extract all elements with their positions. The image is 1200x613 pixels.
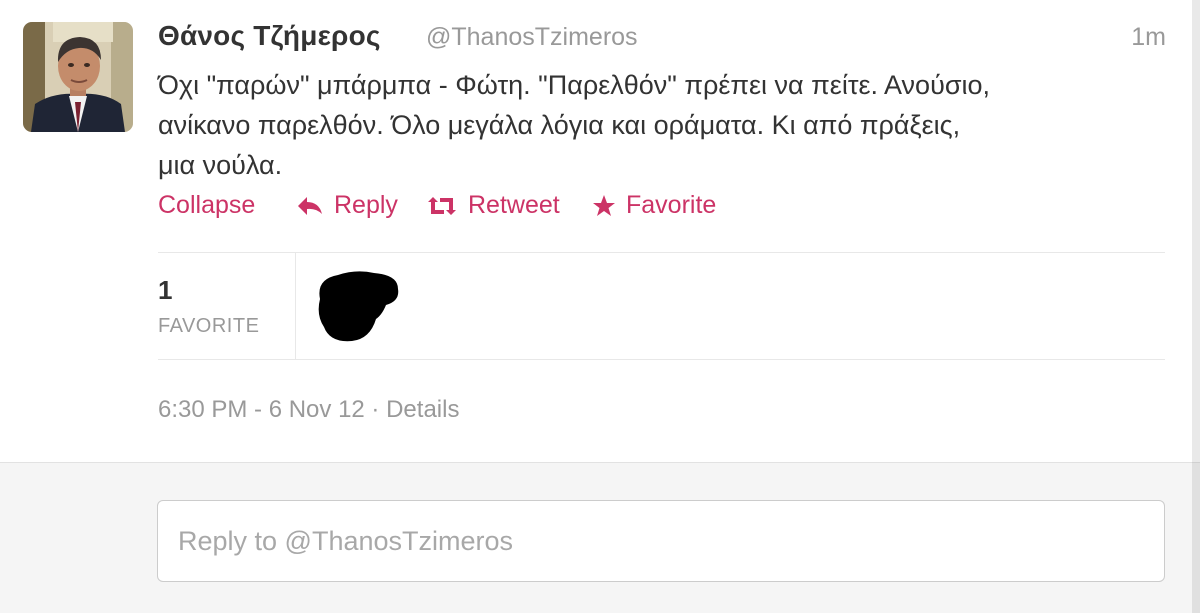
tweet-text: Όχι "παρών" μπάρμπα - Φώτη. "Παρελθόν" π…	[158, 65, 1168, 185]
favorites-count[interactable]: 1	[158, 275, 172, 306]
tweet-text-line: ανίκανο παρελθόν. Όλο μεγάλα λόγια και ο…	[158, 110, 961, 140]
tweet-timestamp[interactable]: 6:30 PM - 6 Nov 12	[158, 396, 365, 423]
favorite-button[interactable]: Favorite	[592, 191, 716, 220]
reply-box	[0, 462, 1200, 613]
user-fullname[interactable]: Θάνος Τζήμερος	[158, 20, 381, 52]
star-icon	[593, 194, 615, 216]
retweet-label: Retweet	[468, 191, 560, 219]
tweet-meta: 6:30 PM - 6 Nov 12 · Details	[158, 396, 459, 424]
tweet-text-line: Όχι "παρών" μπάρμπα - Φώτη. "Παρελθόν" π…	[158, 70, 991, 100]
retweet-icon	[428, 196, 456, 215]
tweet-text-line: μια νούλα.	[158, 150, 283, 180]
user-handle[interactable]: @ThanosTzimeros	[426, 23, 638, 52]
tweet-card: Θάνος Τζήμερος @ThanosTzimeros 1m Όχι "π…	[0, 0, 1200, 462]
favoriter-avatar-redacted[interactable]	[312, 269, 402, 343]
favorites-label[interactable]: FAVORITE	[158, 315, 259, 338]
scrollbar-edge[interactable]	[1192, 0, 1200, 613]
reply-input[interactable]	[157, 500, 1165, 582]
avatar-photo	[23, 22, 133, 132]
retweet-button[interactable]: Retweet	[426, 191, 560, 220]
divider	[158, 359, 1165, 360]
reply-button[interactable]: Reply	[296, 191, 398, 220]
reply-label: Reply	[334, 191, 398, 219]
meta-separator: ·	[364, 396, 387, 423]
details-link[interactable]: Details	[386, 396, 459, 423]
user-avatar[interactable]	[23, 22, 133, 132]
redaction-blob	[318, 271, 399, 342]
tweet-stats: 1 FAVORITE	[158, 253, 1165, 359]
tweet-header: Θάνος Τζήμερος @ThanosTzimeros 1m	[158, 20, 1170, 60]
tweet-actions: Collapse Reply Retweet Favorite	[158, 191, 958, 227]
vertical-divider	[295, 253, 296, 359]
favorite-label: Favorite	[626, 191, 717, 219]
tweet-time[interactable]: 1m	[1131, 23, 1166, 52]
reply-arrow-icon	[298, 196, 322, 215]
collapse-label: Collapse	[158, 191, 256, 219]
collapse-link[interactable]: Collapse	[158, 191, 255, 220]
